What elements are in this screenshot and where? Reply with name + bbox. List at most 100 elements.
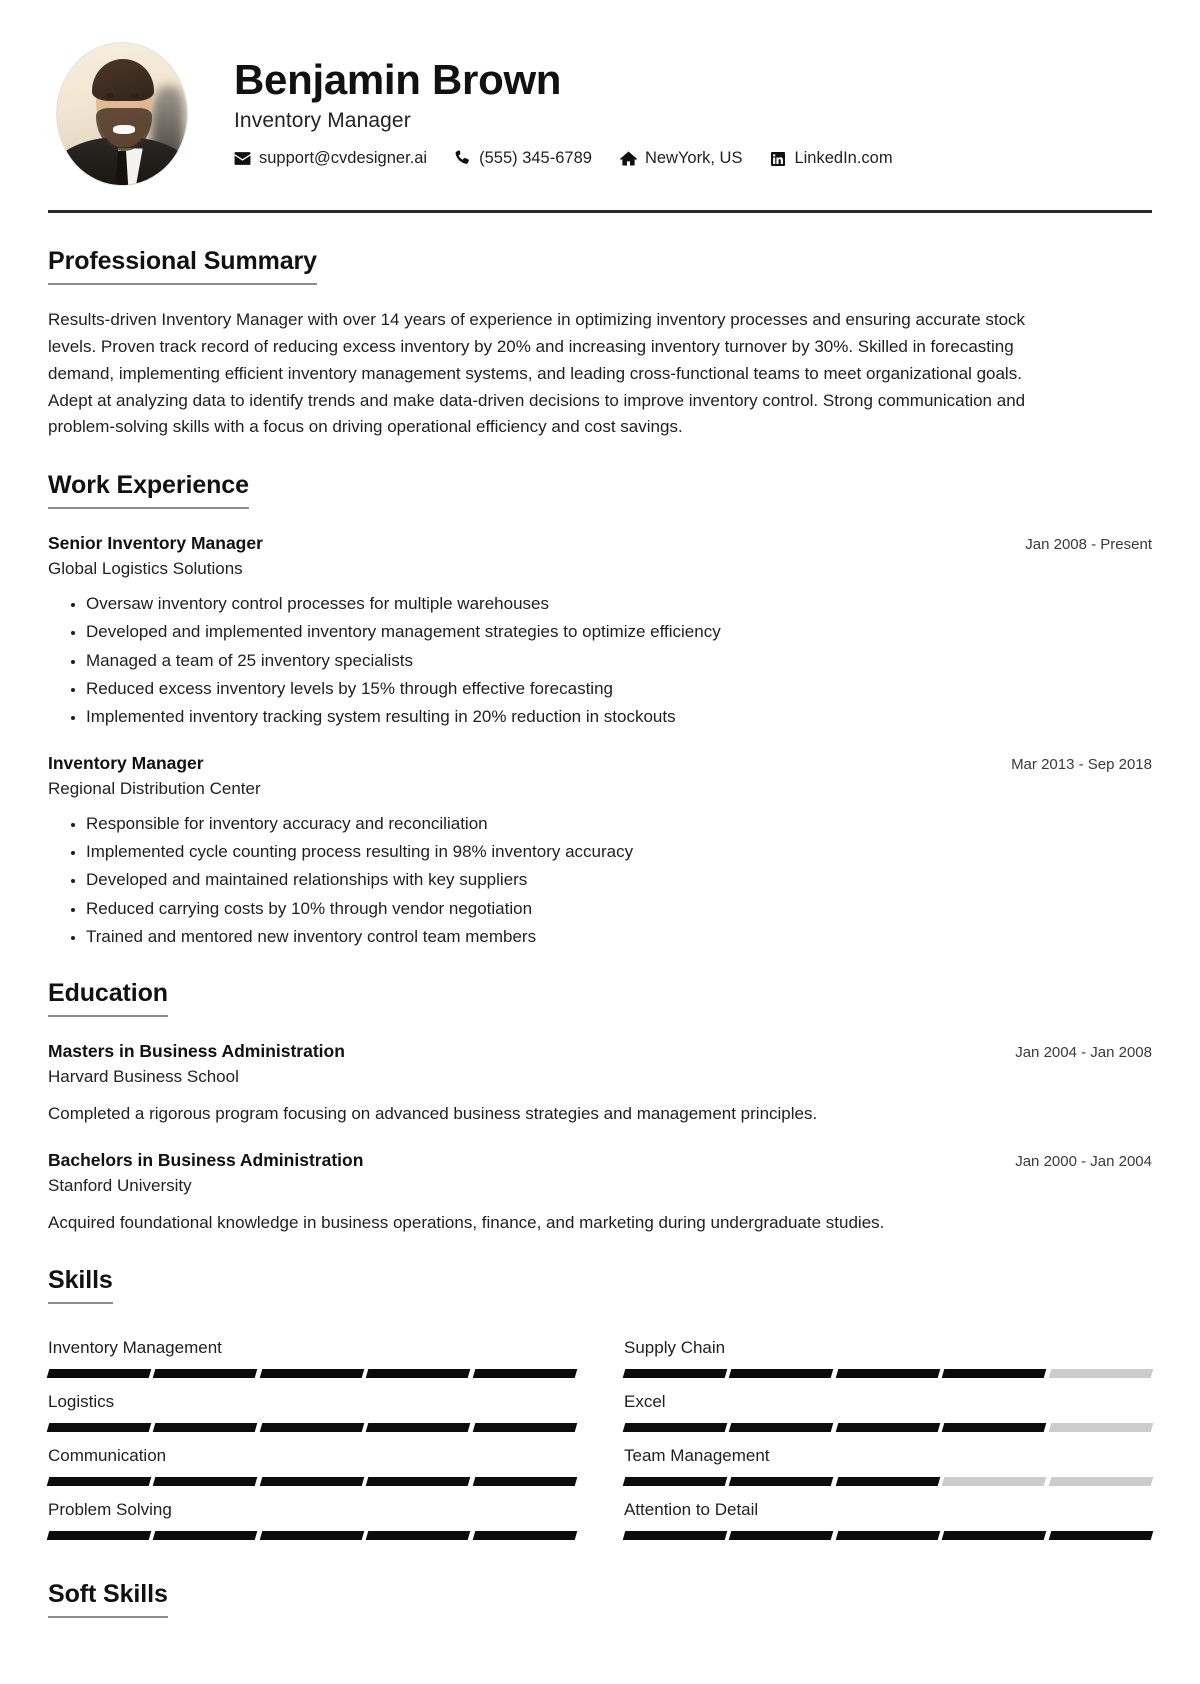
list-item: Implemented inventory tracking system re…	[86, 704, 1152, 729]
contact-location-label: NewYork, US	[644, 149, 743, 168]
list-item: Trained and mentored new inventory contr…	[86, 924, 1152, 949]
skill-segment-filled	[365, 1368, 471, 1378]
resume-page: Benjamin Brown Inventory Manager support…	[0, 0, 1200, 1684]
list-item: Reduced excess inventory levels by 15% t…	[86, 676, 1152, 701]
skill-segment-filled	[835, 1368, 941, 1378]
skill-segment-filled	[365, 1476, 471, 1486]
skill-segment-filled	[941, 1368, 1047, 1378]
phone-icon	[455, 150, 471, 167]
section-skills: Skills Inventory Management Supply Chain L…	[46, 1266, 1154, 1540]
work-entry-date: Jan 2008 - Present	[1025, 536, 1152, 554]
skill-segment-filled	[472, 1368, 578, 1378]
skill-segment-filled	[259, 1422, 365, 1432]
work-entry-date: Mar 2013 - Sep 2018	[1011, 756, 1152, 774]
education-degree: Bachelors in Business Administration	[48, 1150, 364, 1171]
skill-segment-filled	[729, 1422, 835, 1432]
contact-email[interactable]: support@cvdesigner.ai	[234, 149, 427, 168]
skill-segment-filled	[259, 1476, 365, 1486]
skill-item: Communication	[46, 1432, 578, 1486]
list-item: Developed and maintained relationships w…	[86, 867, 1152, 892]
skill-segment-filled	[622, 1476, 728, 1486]
envelope-icon	[234, 150, 251, 167]
skill-segment-filled	[46, 1476, 152, 1486]
skill-level-bar	[622, 1422, 1154, 1432]
skill-segment-filled	[835, 1530, 941, 1540]
section-title-education: Education	[48, 979, 168, 1017]
skill-level-bar	[46, 1476, 578, 1486]
skills-grid: Inventory Management Supply Chain Logistic…	[46, 1324, 1154, 1540]
skill-segment-filled	[153, 1368, 259, 1378]
skill-segment-filled	[46, 1368, 152, 1378]
skill-segment-empty	[1048, 1476, 1154, 1486]
contact-phone-label: (555) 345-6789	[479, 149, 592, 168]
section-education: Education Masters in Business Administra…	[48, 979, 1152, 1236]
education-entry: Bachelors in Business Administration Jan…	[48, 1150, 1152, 1236]
skill-level-bar	[46, 1368, 578, 1378]
avatar	[56, 42, 188, 186]
skill-level-bar	[622, 1368, 1154, 1378]
education-degree: Masters in Business Administration	[48, 1040, 345, 1061]
skill-item: Excel	[622, 1378, 1154, 1432]
job-title: Inventory Manager	[234, 109, 411, 133]
work-entry-organization: Global Logistics Solutions	[48, 559, 243, 579]
contact-email-label: support@cvdesigner.ai	[259, 149, 428, 168]
skill-item: Logistics	[46, 1378, 578, 1432]
summary-text: Results-driven Inventory Manager with ov…	[48, 310, 1026, 437]
list-item: Developed and implemented inventory mana…	[86, 619, 1152, 644]
skill-segment-filled	[941, 1422, 1047, 1432]
skill-name: Supply Chain	[624, 1337, 726, 1357]
header-text-block: Benjamin Brown Inventory Manager support…	[234, 56, 893, 172]
contact-phone[interactable]: (555) 345-6789	[455, 149, 592, 168]
work-entry-role: Senior Inventory Manager	[48, 533, 263, 554]
skill-segment-filled	[729, 1530, 835, 1540]
skill-name: Problem Solving	[48, 1499, 172, 1519]
work-entry-bullets: Oversaw inventory control processes for …	[48, 591, 1152, 729]
education-school: Stanford University	[48, 1176, 192, 1196]
skill-segment-filled	[153, 1530, 259, 1540]
education-entry: Masters in Business Administration Jan 2…	[48, 1041, 1152, 1127]
avatar-eye-left	[106, 92, 115, 98]
contact-list: support@cvdesigner.ai (555) 345-6789 New…	[234, 149, 893, 168]
work-entry-header: Senior Inventory Manager Jan 2008 - Pres…	[48, 533, 1152, 554]
list-item: Implemented cycle counting process resul…	[86, 839, 1152, 864]
section-title-soft-skills: Soft Skills	[48, 1580, 168, 1618]
skill-segment-filled	[729, 1476, 835, 1486]
section-title-skills: Skills	[48, 1266, 113, 1304]
skill-segment-filled	[835, 1422, 941, 1432]
skill-name: Attention to Detail	[624, 1499, 759, 1519]
skill-segment-filled	[472, 1422, 578, 1432]
skill-segment-filled	[622, 1422, 728, 1432]
skill-segment-filled	[1048, 1530, 1154, 1540]
skill-segment-filled	[622, 1530, 728, 1540]
list-item: Reduced carrying costs by 10% through ve…	[86, 896, 1152, 921]
skill-level-bar	[622, 1530, 1154, 1540]
skill-segment-filled	[153, 1422, 259, 1432]
skill-segment-filled	[835, 1476, 941, 1486]
avatar-eye-right	[131, 92, 139, 98]
skill-segment-empty	[1048, 1368, 1154, 1378]
work-entry-organization: Regional Distribution Center	[48, 779, 261, 799]
work-entry: Senior Inventory Manager Jan 2008 - Pres…	[48, 533, 1152, 729]
contact-linkedin[interactable]: LinkedIn.com	[770, 149, 893, 168]
linkedin-icon	[770, 151, 786, 167]
section-title-summary: Professional Summary	[48, 247, 317, 285]
skill-segment-filled	[46, 1422, 152, 1432]
skill-level-bar	[46, 1530, 578, 1540]
work-entry-bullets: Responsible for inventory accuracy and r…	[48, 811, 1152, 949]
education-school: Harvard Business School	[48, 1066, 239, 1086]
contact-location[interactable]: NewYork, US	[619, 149, 743, 168]
education-description: Completed a rigorous program focusing on…	[48, 1103, 818, 1123]
list-item: Oversaw inventory control processes for …	[86, 591, 1152, 616]
work-entry: Inventory Manager Mar 2013 - Sep 2018 Re…	[48, 753, 1152, 949]
skill-segment-filled	[259, 1368, 365, 1378]
home-icon	[619, 150, 637, 167]
resume-header: Benjamin Brown Inventory Manager support…	[48, 0, 1152, 196]
skill-name: Excel	[624, 1391, 666, 1411]
skill-name: Inventory Management	[48, 1337, 222, 1357]
education-entry-header: Masters in Business Administration Jan 2…	[48, 1041, 1152, 1062]
education-entry-header: Bachelors in Business Administration Jan…	[48, 1150, 1152, 1171]
skill-name: Communication	[48, 1445, 167, 1465]
skill-item: Attention to Detail	[622, 1486, 1154, 1540]
work-entry-header: Inventory Manager Mar 2013 - Sep 2018	[48, 753, 1152, 774]
skill-item: Team Management	[622, 1432, 1154, 1486]
